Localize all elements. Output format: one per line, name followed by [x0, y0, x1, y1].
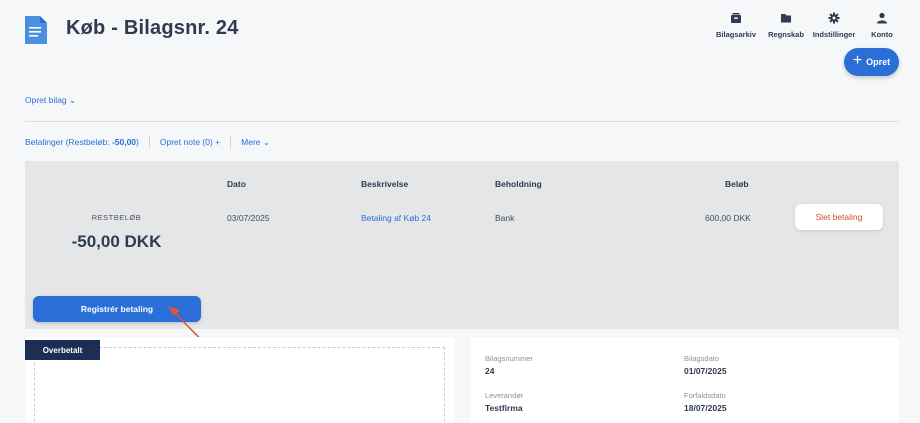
payment-description-link[interactable]: Betaling af Køb 24: [361, 213, 431, 223]
folder-icon: [781, 14, 791, 23]
payments-link-prefix: Betalinger (Restbeløb:: [25, 137, 112, 147]
bilagsdato-value: 01/07/2025: [684, 366, 727, 376]
bilagsnummer-value: 24: [485, 366, 495, 376]
forfaldsdato-label: Forfaldsdato: [684, 391, 726, 400]
separator: [230, 136, 232, 148]
rest-amount: -50,00 DKK: [71, 232, 162, 251]
payments-link[interactable]: Betalinger (Restbeløb: -50,00): [25, 137, 139, 147]
create-note-link[interactable]: Opret note (0) +: [160, 137, 220, 147]
column-header-beskrivelse: Beskrivelse: [361, 179, 409, 189]
leverandor-label: Leverandør: [485, 391, 524, 400]
sub-navigation: Betalinger (Restbeløb: -50,00) Opret not…: [25, 136, 270, 148]
payments-panel: RESTBELØB -50,00 DKK Dato Beskrivelse Be…: [25, 161, 899, 329]
archive-icon: [731, 13, 741, 23]
voucher-details-card: Bilagsnummer 24 Bilagsdato 01/07/2025 Le…: [470, 337, 899, 423]
column-header-belob: Beløb: [725, 179, 749, 189]
rest-label: RESTBELØB: [91, 213, 142, 222]
payments-link-suffix: ): [136, 137, 139, 147]
top-bar: Køb - Bilagsnr. 24 Bilagsarkiv Regnskab …: [0, 0, 920, 60]
overpaid-tag: Overbetalt: [25, 340, 100, 360]
payment-account: Bank: [495, 213, 515, 223]
nav-bilagsarkiv[interactable]: Bilagsarkiv: [711, 12, 761, 39]
document-icon: [25, 16, 47, 44]
create-button-label: Opret: [866, 57, 891, 67]
nav-bilagsarkiv-label: Bilagsarkiv: [715, 30, 757, 39]
leverandor-value: Testfirma: [485, 403, 523, 413]
delete-payment-button[interactable]: Slet betaling: [795, 204, 883, 230]
bilagsdato-label: Bilagsdato: [684, 354, 720, 363]
bilagsnummer-label: Bilagsnummer: [485, 354, 533, 363]
nav-regnskab-label: Regnskab: [768, 30, 804, 39]
payment-date: 03/07/2025: [227, 213, 270, 223]
more-dropdown[interactable]: Mere ⌄: [241, 137, 270, 148]
column-header-beholdning: Beholdning: [495, 179, 542, 189]
create-button[interactable]: + Opret: [844, 48, 899, 76]
divider: [25, 121, 899, 122]
plus-icon: +: [852, 52, 863, 69]
gear-icon: [828, 12, 840, 24]
nav-indstillinger-label: Indstillinger: [812, 30, 856, 39]
column-header-dato: Dato: [227, 179, 246, 189]
page-title: Køb - Bilagsnr. 24: [66, 17, 239, 39]
nav-konto-label: Konto: [871, 30, 893, 39]
register-payment-button[interactable]: Registrér betaling: [33, 296, 201, 322]
payment-amount: 600,00 DKK: [705, 213, 751, 223]
create-voucher-dropdown[interactable]: Opret bilag ⌄: [25, 95, 76, 106]
payments-rest-amount: -50,00: [111, 137, 137, 147]
forfaldsdato-value: 18/07/2025: [684, 403, 727, 413]
nav-konto[interactable]: Konto: [857, 12, 907, 39]
nav-indstillinger[interactable]: Indstillinger: [809, 12, 859, 39]
user-icon: [877, 12, 887, 24]
nav-regnskab[interactable]: Regnskab: [761, 12, 811, 39]
separator: [148, 136, 150, 148]
